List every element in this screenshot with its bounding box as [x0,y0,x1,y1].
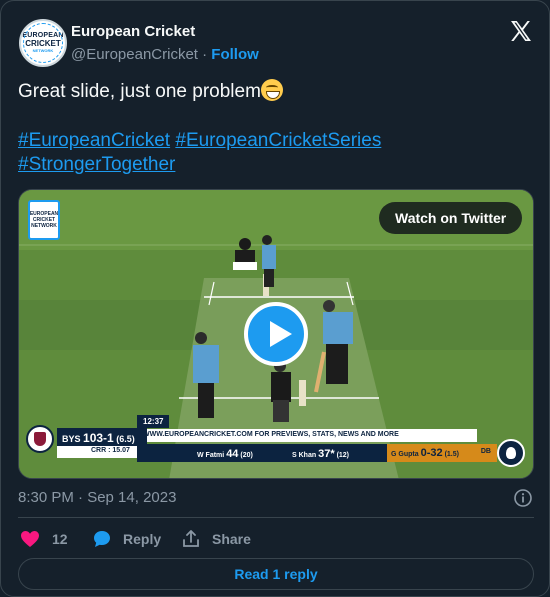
author-handle[interactable]: @EuropeanCricket [71,46,198,63]
batter-2: S Khan 37* (12) [292,448,349,460]
batting-team-badge-icon [26,425,54,453]
score-overlay: 12:37 WWW.EUROPEANCRICKET.COM FOR PREVIE… [19,415,533,475]
score-clock: 12:37 [137,415,170,428]
batters-strip: W Fatmi 44 (20) S Khan 37* (12) [137,444,387,462]
heart-icon [21,531,39,547]
batter-1-runs: 44 [226,448,239,460]
like-count: 12 [52,531,68,547]
bowling-team: DB [480,448,491,455]
reply-bubble-icon [94,531,110,547]
batter-1: W Fatmi 44 (20) [197,448,253,460]
hashtag-stronger-together[interactable]: #StrongerTogether [18,154,175,175]
batting-score: BYS 103-1 (6.5) [57,428,147,446]
current-run-rate: CRR : 15.07 [57,446,147,458]
tweet-timestamp[interactable]: 8:30 PM · Sep 14, 2023 [18,489,176,506]
author-avatar[interactable]: EUROPEAN CRICKET NETWORK [19,19,67,67]
reply-label: Reply [123,531,162,547]
promo-url-strip: WWW.EUROPEANCRICKET.COM FOR PREVIEWS, ST… [137,429,477,442]
reply-button[interactable]: Reply [93,527,161,551]
like-button[interactable]: 12 [20,527,68,551]
batter-1-balls: (20) [240,452,253,459]
play-icon[interactable] [244,302,308,366]
tweet-text: Great slide, just one problem [18,79,533,104]
tweet-card: EUROPEAN CRICKET NETWORK European Cricke… [0,0,550,597]
author-handle-row: @EuropeanCricket · Follow [71,46,259,63]
hashtag-list: #EuropeanCricket #EuropeanCricketSeries … [18,129,533,177]
bowling-team-badge-icon [497,439,525,467]
bowler-name: G Gupta [391,451,419,458]
handle-separator: · [202,46,208,63]
follow-button[interactable]: Follow [211,46,259,63]
avatar-ring [23,23,63,63]
x-logo-icon[interactable] [509,19,533,43]
grinning-face-emoji-icon [260,79,283,101]
share-label: Share [212,531,251,547]
divider [18,517,534,518]
share-button[interactable]: Share [182,527,251,551]
hashtag-european-cricket[interactable]: #EuropeanCricket [18,130,170,151]
read-replies-button[interactable]: Read 1 reply [18,558,534,590]
batter-2-runs: 37* [318,448,335,460]
bowler-overs: (1.5) [444,451,459,458]
score-value: 103-1 [83,431,114,445]
author-name[interactable]: European Cricket [71,23,195,40]
tweet-body: Great slide, just one problem [18,81,261,102]
batter-2-name: S Khan [292,452,317,459]
bowler-figures: 0-32 [420,447,443,459]
overs-value: (6.5) [116,434,135,444]
info-icon[interactable] [513,488,533,508]
video-player[interactable]: EUROPEAN CRICKET NETWORK Watch on Twitte… [18,189,534,479]
batter-2-balls: (12) [336,452,350,459]
hashtag-european-cricket-series[interactable]: #EuropeanCricketSeries [175,130,381,151]
ecn-corner-logo: EUROPEAN CRICKET NETWORK [28,200,60,240]
batting-team: BYS [62,434,81,444]
share-upload-icon [183,530,199,547]
watch-on-twitter-button[interactable]: Watch on Twitter [379,202,523,234]
bowler-strip: G Gupta 0-32 (1.5) DB [387,444,497,462]
batter-1-name: W Fatmi [197,452,225,459]
